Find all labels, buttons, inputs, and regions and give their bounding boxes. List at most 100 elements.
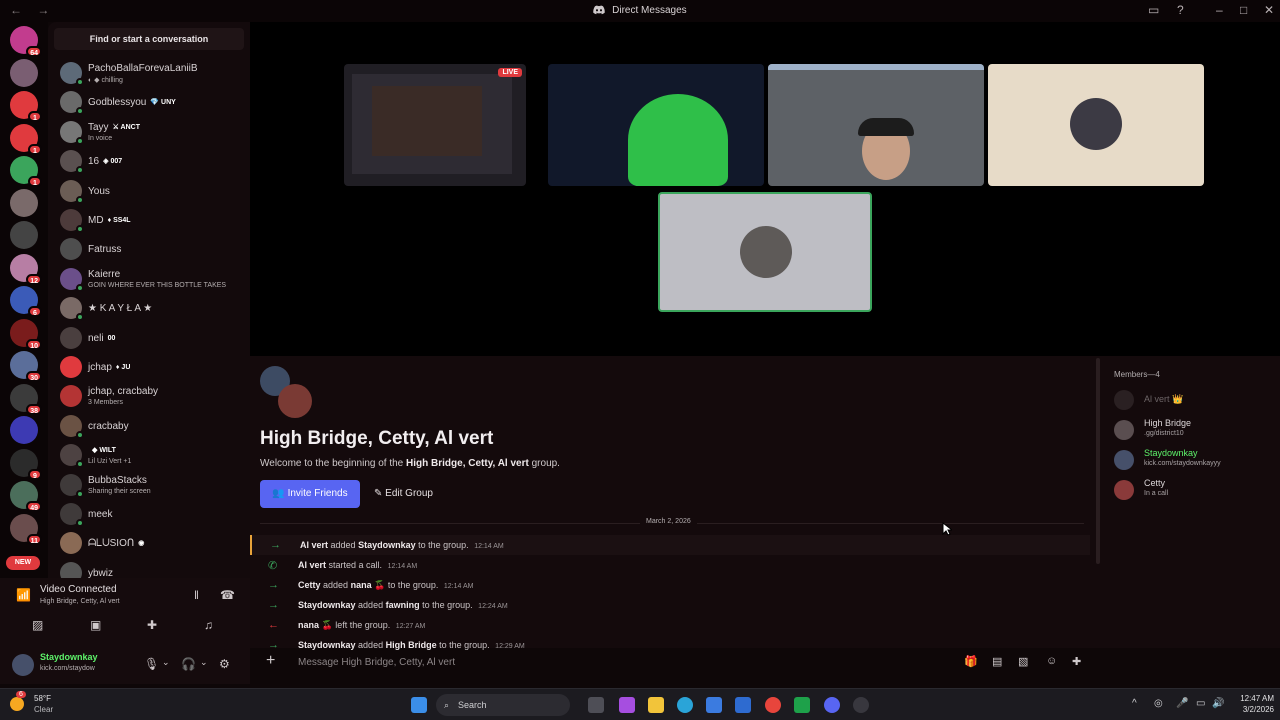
edge-icon[interactable] [677,697,693,713]
clock-time[interactable]: 12:47 AM [1228,694,1274,703]
server-icon[interactable] [10,221,38,249]
stream-tile[interactable]: LIVE [344,64,526,186]
voice-channel[interactable]: High Bridge, Cetty, Al vert [40,598,120,605]
user-name[interactable]: Staydownkay [40,652,98,662]
message-actor[interactable]: Cetty [298,580,321,590]
server-icon[interactable]: 11 [10,513,42,545]
dm-list-item[interactable]: BubbaStacks Sharing their screen [58,472,248,500]
avatar[interactable] [12,654,34,676]
member-item[interactable]: Cetty In a call [1114,478,1280,502]
plus-icon[interactable]: + [266,652,275,670]
dm-list-item[interactable]: Yous [58,178,248,206]
sticker-icon[interactable]: ▧ [1018,655,1028,668]
dm-list-item[interactable]: Kaierre GOIN WHERE EVER THIS BOTTLE TAKES [58,266,248,294]
dm-list-item[interactable]: ★ K A Y Ł A ★ [58,295,248,323]
dm-list-item[interactable]: meek [58,501,248,529]
chevron-down-icon[interactable]: ⌄ [200,657,208,668]
message-input[interactable]: Message High Bridge, Cetty, Al vert [298,657,455,668]
disconnect-icon[interactable]: ☎ [220,588,235,602]
server-icon[interactable]: 1 [10,91,42,122]
member-item[interactable]: High Bridge .gg/district10 [1114,418,1280,442]
dm-list-item[interactable]: Fatruss [58,236,248,264]
server-icon[interactable]: 49 [10,481,42,512]
discord-taskbar-icon[interactable] [824,697,840,713]
minimize-button[interactable]: – [1216,3,1223,17]
server-icon[interactable]: 6 [10,286,42,317]
server-icon[interactable] [10,416,38,444]
video-tile-5[interactable] [658,192,872,312]
server-icon[interactable]: 1 [10,156,42,187]
mic-tray-icon[interactable]: 🎤 [1176,698,1188,709]
obs-icon[interactable] [853,697,869,713]
new-badge[interactable]: NEW [6,556,40,570]
taskbar-search[interactable]: ⌕ Search [436,694,570,716]
message-actor[interactable]: Al vert [300,540,328,550]
server-icon[interactable]: 9 [10,448,42,480]
signal-icon[interactable]: 📶 [16,588,31,602]
screen-share-icon[interactable]: ▣ [90,618,101,632]
video-tile-4[interactable] [988,64,1204,186]
message-actor[interactable]: Al vert [298,560,326,570]
message-composer[interactable]: + Message High Bridge, Cetty, Al vert 🎁 … [258,650,1096,676]
message-target[interactable]: fawning [386,600,420,610]
dm-list-item[interactable]: jchap ♦ JU [58,354,248,382]
dm-list-item[interactable]: 16 ◈ 007 [58,148,248,176]
copilot-icon[interactable] [619,697,635,713]
invite-friends-button[interactable]: 👥 Invite Friends [260,480,360,508]
task-view-icon[interactable] [588,697,604,713]
weather-widget[interactable]: 6 [10,691,30,713]
server-icon[interactable]: 10 [10,318,42,350]
inbox-icon[interactable]: ▭ [1148,3,1159,17]
dm-list-item[interactable]: jchap, cracbaby 3 Members [58,383,248,411]
dm-list-item[interactable]: ◆ WILT Lil Uzi Vert +1 [58,442,248,470]
server-icon[interactable]: 64 [10,26,42,57]
chrome-icon[interactable] [765,697,781,713]
dm-list-item[interactable]: PachoBallaForevaLaniiB ◐ ◆ chilling [58,60,248,88]
chat-scrollbar[interactable] [1096,358,1100,564]
dm-list-item[interactable]: cracbaby [58,413,248,441]
message-target[interactable]: High Bridge [386,640,437,650]
message-target[interactable]: Staydownkay [358,540,416,550]
microphone-icon[interactable]: 🎙 [144,657,159,671]
outlook-icon[interactable] [735,697,751,713]
monitor-icon[interactable]: ▭ [1196,698,1205,709]
chevron-up-icon[interactable]: ^ [1132,698,1137,709]
gift-icon[interactable]: 🎁 [964,655,978,668]
apps-icon[interactable]: ✚ [1072,655,1081,668]
soundboard-icon[interactable]: ♫ [204,618,213,632]
dm-list-item[interactable]: neli 00 [58,325,248,353]
message-actor[interactable]: Staydownkay [298,640,356,650]
settings-gear-icon[interactable]: ⚙ [219,657,230,671]
file-explorer-icon[interactable] [648,697,664,713]
server-icon[interactable] [10,188,38,217]
volume-icon[interactable]: 🔊 [1212,698,1224,709]
server-icon[interactable]: 12 [10,253,42,285]
find-conversation-button[interactable]: Find or start a conversation [54,28,244,50]
camera-off-icon[interactable]: ▨ [32,618,43,632]
member-item[interactable]: Staydownkay kick.com/staydownkayyy [1114,448,1280,472]
video-tile-3[interactable] [768,64,984,186]
store-icon[interactable] [706,697,722,713]
video-tile-2[interactable] [548,64,764,186]
gif-icon[interactable]: ▤ [992,655,1002,668]
message-target[interactable]: nana 🍒 [351,580,386,590]
help-icon[interactable]: ? [1177,3,1184,17]
tray-icon[interactable]: ◎ [1154,698,1163,709]
member-item[interactable]: Al vert 👑 [1114,388,1280,412]
activities-icon[interactable]: ✚ [147,618,157,632]
windows-start-icon[interactable] [411,697,427,713]
message-actor[interactable]: Staydownkay [298,600,356,610]
server-icon[interactable]: 38 [10,383,42,415]
noise-suppression-icon[interactable]: ǁ [194,588,199,602]
server-icon[interactable]: 1 [10,123,42,155]
server-icon[interactable]: 30 [10,351,42,382]
clock-date[interactable]: 3/2/2026 [1228,705,1274,714]
edit-group-button[interactable]: ✎ Edit Group [374,480,444,508]
close-button[interactable]: ✕ [1264,3,1274,17]
emoji-icon[interactable]: ☺ [1046,655,1057,667]
app-icon[interactable] [794,697,810,713]
message-actor[interactable]: nana 🍒 [298,620,333,630]
dm-list-item[interactable]: MD ♦ SS4L [58,207,248,235]
server-icon[interactable] [10,58,38,87]
chevron-down-icon[interactable]: ⌄ [162,657,170,668]
